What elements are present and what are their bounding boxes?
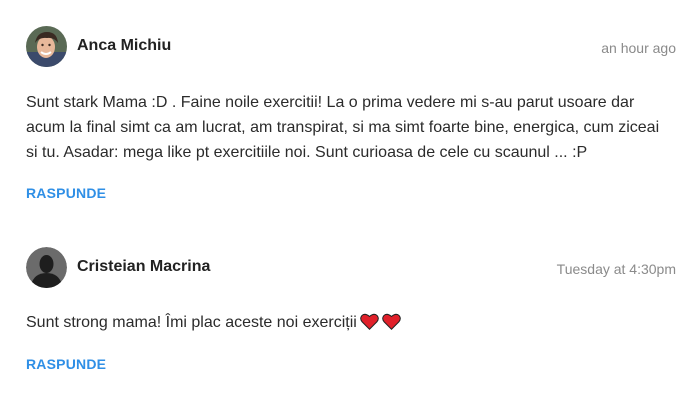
- avatar[interactable]: [26, 247, 67, 288]
- comment-text: Sunt stark Mama :D . Faine noile exercit…: [26, 94, 660, 161]
- heart-icon: [382, 313, 401, 330]
- author-name[interactable]: Cristeian Macrina: [77, 258, 210, 276]
- reply-button[interactable]: RASPUNDE: [26, 356, 106, 372]
- user-photo-icon: [26, 26, 67, 67]
- heart-icon: [360, 313, 379, 330]
- avatar[interactable]: [26, 26, 67, 67]
- comment-header: Cristeian Macrina Tuesday at 4:30pm: [26, 247, 676, 289]
- author-name[interactable]: Anca Michiu: [77, 37, 171, 55]
- timestamp[interactable]: an hour ago: [601, 40, 676, 56]
- comment: Cristeian Macrina Tuesday at 4:30pm Sunt…: [26, 247, 676, 374]
- comment: Anca Michiu an hour ago Sunt stark Mama …: [26, 26, 676, 203]
- comment-text-container: Sunt strong mama! Îmi plac aceste noi ex…: [26, 310, 674, 335]
- reply-button[interactable]: RASPUNDE: [26, 185, 106, 201]
- comment-header: Anca Michiu an hour ago: [26, 26, 676, 68]
- default-user-icon: [26, 247, 67, 288]
- timestamp[interactable]: Tuesday at 4:30pm: [557, 261, 676, 277]
- comment-text: Sunt strong mama! Îmi plac aceste noi ex…: [26, 314, 357, 331]
